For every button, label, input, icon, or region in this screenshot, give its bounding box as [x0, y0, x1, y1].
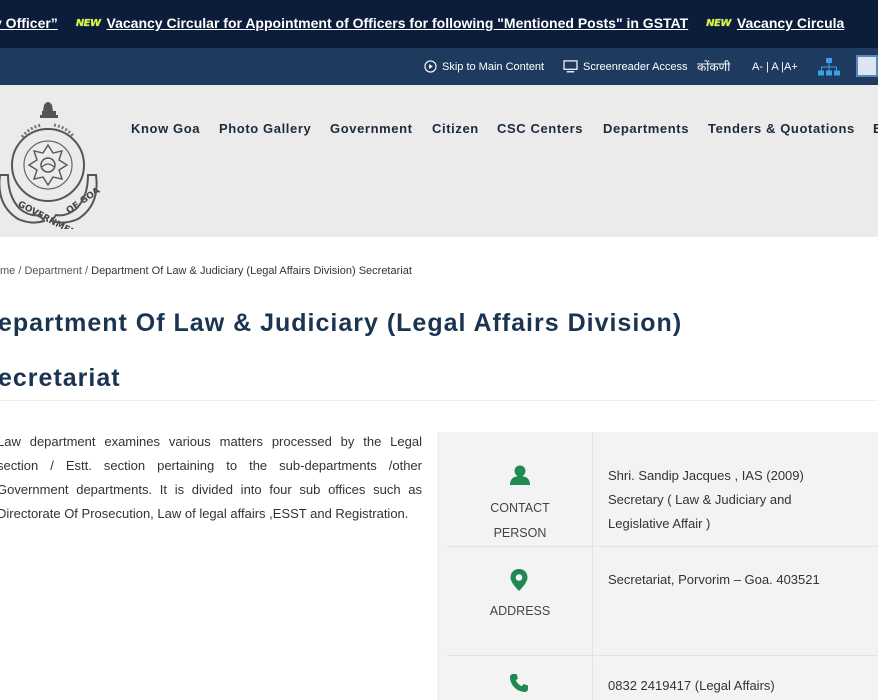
nav-csc-centers[interactable]: CSC Centers	[497, 121, 583, 136]
page-title-line-2: ecretariat	[0, 364, 121, 392]
new-badge-icon: NEW	[75, 17, 101, 29]
breadcrumb-current: Department Of Law & Judiciary (Legal Aff…	[91, 265, 412, 277]
ticker-item[interactable]: NEW Vacancy Circula	[706, 15, 844, 31]
contact-info-box: CONTACT PERSON Shri. Sandip Jacques , IA…	[437, 432, 878, 700]
new-badge-icon: NEW	[706, 17, 731, 29]
department-description: Law department examines various matters …	[0, 434, 422, 521]
breadcrumb: me / Department / Department Of Law & Ju…	[0, 265, 412, 277]
nav-know-goa[interactable]: Know Goa	[131, 121, 200, 136]
title-divider	[0, 400, 878, 401]
utility-bar: Skip to Main Content Screenreader Access…	[0, 48, 878, 85]
ticker-link[interactable]: y Officer”	[0, 15, 58, 31]
page-title-line-1: epartment Of Law & Judiciary (Legal Affa…	[0, 309, 683, 337]
phone-label-cell	[447, 657, 593, 700]
contact-person-row: CONTACT PERSON Shri. Sandip Jacques , IA…	[447, 432, 878, 547]
address-label: ADDRESS	[489, 604, 551, 618]
contact-person-name: Shri. Sandip Jacques , IAS (2009)	[608, 468, 804, 483]
contact-person-label: CONTACT PERSON	[447, 496, 593, 546]
address-row: ADDRESS Secretariat, Porvorim – Goa. 403…	[447, 548, 878, 656]
address-label-cell: ADDRESS	[447, 548, 593, 655]
skip-label: Skip to Main Content	[442, 60, 545, 73]
screenreader-label: Screenreader Access	[583, 60, 688, 73]
breadcrumb-home[interactable]: me /	[0, 265, 21, 277]
breadcrumb-department[interactable]: Department /	[24, 265, 88, 277]
play-circle-icon	[424, 60, 437, 73]
ticker-item[interactable]: y Officer”	[0, 15, 58, 31]
monitor-icon	[563, 60, 578, 73]
news-ticker: y Officer” NEW Vacancy Circular for Appo…	[0, 0, 878, 48]
contact-label-line-2: PERSON	[493, 526, 547, 540]
phone-row: 0832 2419417 (Legal Affairs)	[447, 657, 878, 700]
nav-government[interactable]: Government	[330, 121, 413, 136]
nav-tenders-quotations[interactable]: Tenders & Quotations	[708, 121, 855, 136]
contact-person-designation-cont: Legislative Affair )	[608, 516, 711, 531]
nav-more[interactable]: E	[873, 121, 878, 136]
nav-photo-gallery[interactable]: Photo Gallery	[219, 121, 311, 136]
user-icon	[510, 465, 530, 485]
contact-person-label-cell: CONTACT PERSON	[447, 432, 593, 546]
phone-icon	[510, 674, 528, 692]
ticker-item[interactable]: NEW Vacancy Circular for Appointment of …	[76, 15, 688, 31]
ticker-link[interactable]: Vacancy Circular for Appointment of Offi…	[107, 15, 689, 31]
font-size-controls[interactable]: A- | A |A+	[752, 48, 798, 85]
phone-value[interactable]: 0832 2419417 (Legal Affairs)	[608, 674, 873, 698]
ticker-link[interactable]: Vacancy Circula	[737, 15, 844, 31]
accessibility-toggle-button[interactable]	[856, 55, 878, 77]
contact-person-designation: Secretary ( Law & Judiciary and	[608, 492, 792, 507]
map-marker-icon	[510, 569, 528, 591]
language-link[interactable]: कोंकणी	[697, 48, 730, 85]
screenreader-access-link[interactable]: Screenreader Access	[563, 48, 688, 85]
contact-person-value: Shri. Sandip Jacques , IAS (2009) Secret…	[608, 464, 873, 536]
nav-citizen[interactable]: Citizen	[432, 121, 479, 136]
nav-departments[interactable]: Departments	[603, 121, 689, 136]
government-of-goa-emblem-icon[interactable]: GOVERNMENT OF GOA	[0, 93, 104, 229]
skip-to-main-link[interactable]: Skip to Main Content	[424, 48, 544, 85]
contact-label-line-1: CONTACT	[490, 501, 550, 515]
sitemap-icon[interactable]	[818, 57, 840, 82]
site-header: GOVERNMENT OF GOA Know Goa Photo Gallery…	[0, 85, 878, 237]
address-value: Secretariat, Porvorim – Goa. 403521	[608, 572, 820, 587]
page-title: epartment Of Law & Judiciary (Legal Affa…	[0, 296, 876, 406]
